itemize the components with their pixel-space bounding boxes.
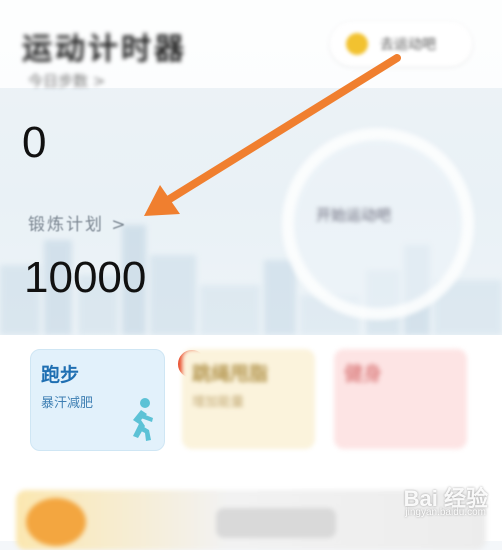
activity-cards: 跑步 暴汗减肥 🔥 跳绳甩脂 增加能量 健身: [0, 335, 502, 480]
runner-icon: [133, 398, 153, 441]
running-card[interactable]: 跑步 暴汗减肥 🔥: [30, 348, 208, 451]
watermark-url: jingyan.baidu.com: [405, 507, 486, 518]
running-card-subtitle: 暴汗减肥: [41, 396, 94, 411]
exercise-plan-link[interactable]: 锻炼计划 >: [28, 210, 128, 235]
today-steps-link[interactable]: 今日步数 >: [28, 70, 105, 91]
hero-section: 运动计时器 去运动吧 今日步数 > 0 开始运动吧 锻炼计划 > 10000: [0, 0, 502, 335]
app-title: 运动计时器: [22, 32, 187, 67]
exercise-plan-value: 10000: [24, 253, 147, 302]
start-exercise-text[interactable]: 开始运动吧: [316, 204, 391, 225]
running-card-title: 跑步: [41, 364, 80, 386]
third-activity-card[interactable]: 健身: [334, 349, 467, 449]
third-activity-card-title: 健身: [344, 363, 383, 385]
sun-icon: [346, 33, 368, 55]
go-exercise-label: 去运动吧: [380, 37, 436, 53]
today-steps-value: 0: [22, 118, 47, 167]
jump-rope-card[interactable]: 跳绳甩脂 增加能量: [182, 349, 315, 449]
banner-text-block: [216, 508, 336, 538]
jump-rope-card-subtitle: 增加能量: [192, 395, 245, 410]
jump-rope-card-title: 跳绳甩脂: [192, 363, 269, 385]
baidu-watermark: Bai 经验 jingyan.baidu.com: [358, 481, 488, 523]
go-exercise-button[interactable]: 去运动吧: [330, 22, 472, 66]
banner-illustration: [26, 498, 86, 546]
